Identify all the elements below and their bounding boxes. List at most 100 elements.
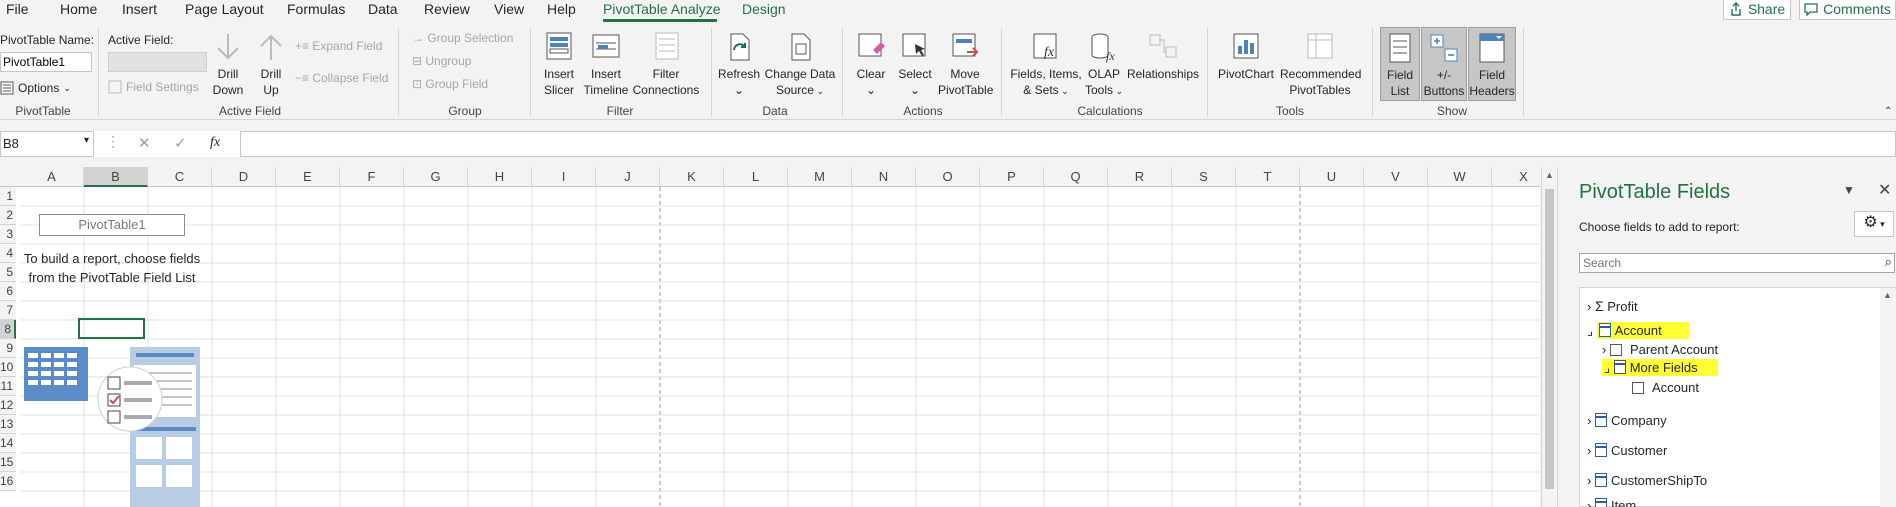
column-header-e[interactable]: E [276, 167, 340, 187]
field-item-company[interactable]: › Company [1587, 413, 1667, 428]
field-item-customer-ship-to[interactable]: › CustomerShipTo [1587, 473, 1707, 488]
collapse-ribbon-icon[interactable]: ⌃ [1884, 106, 1892, 117]
checkbox[interactable] [1632, 382, 1644, 394]
options-button[interactable]: Options ⌄ [0, 78, 71, 98]
scroll-up-icon[interactable]: ▲ [1545, 170, 1554, 180]
olap-tools-button[interactable]: fx OLAP Tools ⌄ [1084, 30, 1124, 99]
tab-home[interactable]: Home [60, 1, 97, 17]
row-header-14[interactable]: 14 [0, 434, 16, 453]
column-header-w[interactable]: W [1428, 167, 1492, 187]
share-button[interactable]: Share [1723, 0, 1791, 20]
search-input[interactable] [1580, 254, 1860, 272]
column-header-o[interactable]: O [916, 167, 980, 187]
tab-data[interactable]: Data [368, 1, 398, 17]
field-item-item[interactable]: › Item [1587, 498, 1636, 507]
column-header-t[interactable]: T [1236, 167, 1300, 187]
column-header-h[interactable]: H [468, 167, 532, 187]
expand-field-button[interactable]: +≡ Expand Field [295, 39, 382, 53]
field-item-more-fields[interactable]: ⌟ More Fields [1602, 359, 1718, 376]
name-box[interactable]: B8 ▾ [0, 131, 94, 157]
filter-connections-button[interactable]: Filter Connections [632, 30, 700, 98]
insert-timeline-button[interactable]: Insert Timeline [582, 30, 630, 98]
column-header-c[interactable]: C [148, 167, 212, 187]
field-item-account[interactable]: ⌟ Account [1587, 322, 1689, 339]
column-header-a[interactable]: A [20, 167, 84, 187]
row-header-11[interactable]: 11 [0, 377, 16, 396]
field-item-parent-account[interactable]: › Parent Account [1602, 342, 1718, 357]
relationships-button[interactable]: Relationships [1126, 30, 1200, 82]
plus-minus-buttons-toggle[interactable]: +/- Buttons [1421, 27, 1467, 101]
column-header-n[interactable]: N [852, 167, 916, 187]
scroll-thumb[interactable] [1545, 189, 1554, 489]
row-header-1[interactable]: 1 [0, 187, 16, 206]
column-header-g[interactable]: G [404, 167, 468, 187]
row-header-16[interactable]: 16 [0, 472, 16, 491]
selected-cell-b8[interactable] [78, 318, 145, 339]
worksheet-grid[interactable]: 1 2 3 4 5 6 7 8 9 10 11 12 13 14 15 16 PivotTable1 To b… [0, 187, 1540, 507]
row-header-15[interactable]: 15 [0, 453, 16, 472]
row-header-7[interactable]: 7 [0, 301, 16, 320]
column-header-s[interactable]: S [1172, 167, 1236, 187]
change-data-source-button[interactable]: Change Data Source ⌄ [764, 30, 836, 99]
insert-function-button[interactable]: fx [210, 135, 220, 151]
row-header-3[interactable]: 3 [0, 225, 16, 244]
pane-options-chevron-icon[interactable]: ▼ [1843, 183, 1855, 197]
vertical-scrollbar[interactable]: ▲ [1541, 167, 1557, 507]
insert-slicer-button[interactable]: Insert Slicer [538, 30, 580, 98]
refresh-button[interactable]: Refresh ⌄ [716, 30, 762, 98]
cancel-icon[interactable]: ✕ [138, 134, 151, 152]
column-header-v[interactable]: V [1364, 167, 1428, 187]
tab-insert[interactable]: Insert [122, 1, 157, 17]
field-item-account-child[interactable]: Account [1632, 380, 1699, 395]
clear-button[interactable]: Clear ⌄ [850, 30, 892, 98]
column-header-k[interactable]: K [660, 167, 724, 187]
tab-design[interactable]: Design [742, 1, 786, 17]
field-settings-button[interactable]: Field Settings [108, 80, 199, 94]
field-list-scrollbar[interactable]: ▲ [1880, 288, 1896, 507]
group-field-button[interactable]: ⊡ Group Field [412, 77, 488, 91]
column-header-p[interactable]: P [980, 167, 1044, 187]
column-header-q[interactable]: Q [1044, 167, 1108, 187]
tab-help[interactable]: Help [547, 1, 576, 17]
ungroup-button[interactable]: ⊟ Ungroup [412, 54, 471, 68]
active-field-input[interactable] [108, 52, 207, 72]
tab-formulas[interactable]: Formulas [287, 1, 345, 17]
checkbox[interactable] [1609, 344, 1622, 356]
column-header-l[interactable]: L [724, 167, 788, 187]
column-header-b[interactable]: B [84, 167, 148, 187]
close-icon[interactable]: ✕ [1878, 180, 1891, 200]
field-list-toggle[interactable]: Field List [1380, 27, 1420, 101]
column-header-u[interactable]: U [1300, 167, 1364, 187]
row-header-5[interactable]: 5 [0, 263, 16, 282]
scroll-up-icon[interactable]: ▲ [1883, 290, 1892, 300]
search-field[interactable]: ⌕ [1579, 253, 1895, 273]
tab-page-layout[interactable]: Page Layout [185, 1, 264, 17]
row-header-8[interactable]: 8 [0, 320, 16, 339]
enter-icon[interactable]: ✓ [174, 134, 187, 152]
tab-view[interactable]: View [494, 1, 524, 17]
row-header-2[interactable]: 2 [0, 206, 16, 225]
tab-review[interactable]: Review [424, 1, 470, 17]
gear-icon[interactable]: ⚙ ▾ [1854, 211, 1894, 237]
row-header-6[interactable]: 6 [0, 282, 16, 301]
column-header-i[interactable]: I [532, 167, 596, 187]
pivottable-name-input[interactable] [0, 52, 92, 72]
row-header-10[interactable]: 10 [0, 358, 16, 377]
recommended-pivottables-button[interactable]: Recommended PivotTables [1280, 30, 1361, 98]
column-header-j[interactable]: J [596, 167, 660, 187]
fields-items-sets-button[interactable]: fx Fields, Items, & Sets ⌄ [1008, 30, 1084, 99]
formula-input[interactable] [240, 131, 1896, 157]
tab-pivottable-analyze[interactable]: PivotTable Analyze [603, 1, 721, 17]
column-header-m[interactable]: M [788, 167, 852, 187]
field-item-profit[interactable]: › Σ Profit [1587, 298, 1638, 314]
collapse-field-button[interactable]: −≡ Collapse Field [295, 71, 388, 85]
move-pivottable-button[interactable]: Move PivotTable [938, 30, 993, 98]
select-button[interactable]: Select ⌄ [894, 30, 936, 98]
row-header-9[interactable]: 9 [0, 339, 16, 358]
tab-file[interactable]: File [6, 1, 29, 17]
field-headers-toggle[interactable]: Field Headers [1468, 27, 1516, 101]
comments-button[interactable]: Comments [1799, 0, 1896, 20]
pivotchart-button[interactable]: PivotChart [1214, 30, 1278, 82]
row-header-13[interactable]: 13 [0, 415, 16, 434]
field-item-customer[interactable]: › Customer [1587, 443, 1667, 458]
